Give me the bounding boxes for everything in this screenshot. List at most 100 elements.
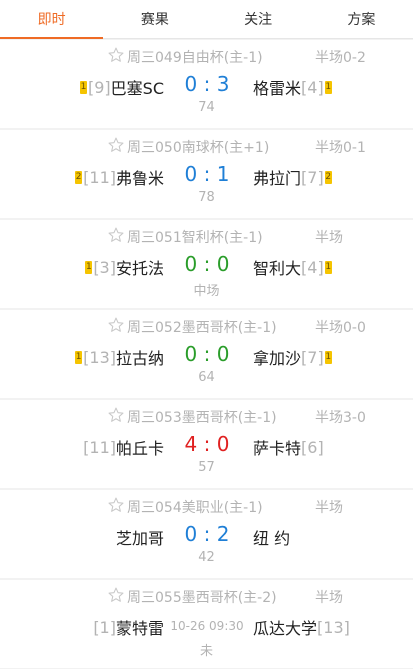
home-rank: [9] <box>87 77 111 97</box>
league-label: 周三051智利杯(主-1) <box>127 230 263 246</box>
score: 0 : 3 <box>184 72 230 96</box>
league-label: 周三054美职业(主-1) <box>127 500 263 516</box>
home-side: [11] 帕丘卡 <box>83 435 164 459</box>
away-rank: [13] <box>317 617 350 637</box>
away-side: 弗拉门 [7] 2 <box>253 165 333 189</box>
half-time-score: 半场 <box>315 590 343 606</box>
yellow-card-count: 1 <box>324 80 332 94</box>
league-label: 周三055墨西哥杯(主-2) <box>127 590 277 606</box>
away-side: 瓜达大学 [13] <box>253 615 350 639</box>
half-time-score: 半场 <box>315 230 343 246</box>
yellow-card-count: 1 <box>324 350 332 364</box>
away-team: 纽 约 <box>253 529 291 548</box>
match-header: 周三055墨西哥杯(主-2) 半场 <box>0 585 413 607</box>
match-row[interactable]: 周三049自由杯(主-1) 半场0-2 1 [9] 巴塞SC 0 : 3 格雷米 [4] 1 74 <box>0 40 413 128</box>
match-header: 周三050南球杯(主+1) 半场0-1 <box>0 135 413 157</box>
home-team: 安托法 <box>115 259 164 278</box>
match-row[interactable]: 周三054美职业(主-1) 半场芝加哥 0 : 2 纽 约 42 <box>0 490 413 578</box>
away-team: 瓜达大学 <box>253 619 318 638</box>
away-side: 智利大 [4] 1 <box>253 255 333 279</box>
match-minute: 未 <box>199 644 213 659</box>
half-time-score: 半场0-2 <box>315 50 366 66</box>
home-team: 巴塞SC <box>110 79 164 98</box>
away-team: 拿加沙 <box>253 349 302 368</box>
score: 0 : 1 <box>184 162 230 186</box>
away-rank: [4] <box>301 77 324 97</box>
match-minute: 42 <box>198 550 215 565</box>
home-team: 弗鲁米 <box>115 169 164 188</box>
match-line: 芝加哥 0 : 2 纽 约 <box>0 522 413 550</box>
home-rank: [11] <box>83 437 116 457</box>
home-side: 芝加哥 <box>116 525 164 549</box>
home-team: 蒙特雷 <box>115 619 164 638</box>
home-side: 1 [13] 拉古纳 <box>74 345 164 369</box>
home-team: 帕丘卡 <box>115 439 164 458</box>
score: 0 : 2 <box>184 522 230 546</box>
home-side: 2 [11] 弗鲁米 <box>74 165 164 189</box>
app-root: 即时 赛果 关注 方案 周三049自由杯(主-1) 半场0-2 1 [9] 巴塞SC 0 … <box>0 0 413 669</box>
home-side: 1 [9] 巴塞SC <box>79 75 164 99</box>
match-minute: 57 <box>198 460 215 475</box>
yellow-card-count: 1 <box>85 260 93 274</box>
league-label: 周三052墨西哥杯(主-1) <box>127 320 277 336</box>
match-row[interactable]: 周三055墨西哥杯(主-2) 半场 [1] 蒙特雷 10-26 09:30 瓜达大学 [13… <box>0 580 413 668</box>
match-minute: 64 <box>198 370 215 385</box>
away-team: 萨卡特 <box>253 439 302 458</box>
match-minute: 78 <box>198 190 215 205</box>
match-row[interactable]: 周三051智利杯(主-1) 半场 1 [3] 安托法 0 : 0 智利大 [4] 1 中场 <box>0 220 413 308</box>
yellow-card-count: 1 <box>79 80 87 94</box>
home-team: 拉古纳 <box>115 349 164 368</box>
star-outline-icon[interactable] <box>107 136 125 154</box>
home-side: [1] 蒙特雷 <box>93 615 164 639</box>
away-rank: [4] <box>301 257 324 277</box>
league-label: 周三049自由杯(主-1) <box>127 50 263 66</box>
yellow-card-count: 1 <box>75 350 83 364</box>
score: 4 : 0 <box>184 432 230 456</box>
match-row[interactable]: 周三053墨西哥杯(主-1) 半场3-0 [11] 帕丘卡 4 : 0 萨卡特 [6] 57 <box>0 400 413 488</box>
away-rank: [6] <box>301 437 324 457</box>
kickoff-time: 10-26 09:30 <box>170 619 244 633</box>
home-rank: [11] <box>83 167 116 187</box>
match-minute: 中场 <box>193 284 220 299</box>
tab-following[interactable]: 关注 <box>207 0 310 38</box>
star-outline-icon[interactable] <box>107 406 125 424</box>
top-tab-bar: 即时 赛果 关注 方案 <box>0 0 413 39</box>
star-outline-icon[interactable] <box>107 586 125 604</box>
star-outline-icon[interactable] <box>107 496 125 514</box>
yellow-card-count: 2 <box>324 170 332 184</box>
match-header: 周三049自由杯(主-1) 半场0-2 <box>0 45 413 67</box>
match-line: 1 [9] 巴塞SC 0 : 3 格雷米 [4] 1 <box>0 72 413 100</box>
yellow-card-count: 2 <box>75 170 83 184</box>
tab-live[interactable]: 即时 <box>0 0 104 39</box>
match-line: 1 [3] 安托法 0 : 0 智利大 [4] 1 <box>0 252 413 280</box>
away-team: 格雷米 <box>253 79 302 98</box>
league-label: 周三050南球杯(主+1) <box>127 140 270 156</box>
star-outline-icon[interactable] <box>107 46 125 64</box>
match-row[interactable]: 周三050南球杯(主+1) 半场0-1 2 [11] 弗鲁米 0 : 1 弗拉门 [7] 2 78 <box>0 130 413 218</box>
match-line: [11] 帕丘卡 4 : 0 萨卡特 [6] <box>0 432 413 460</box>
tab-plans[interactable]: 方案 <box>310 0 413 38</box>
score: 0 : 0 <box>184 342 230 366</box>
away-side: 纽 约 <box>253 525 290 549</box>
half-time-score: 半场0-0 <box>315 320 366 336</box>
half-time-score: 半场3-0 <box>315 410 366 426</box>
away-side: 萨卡特 [6] <box>253 435 324 459</box>
match-line: 1 [13] 拉古纳 0 : 0 拿加沙 [7] 1 <box>0 342 413 370</box>
league-label: 周三053墨西哥杯(主-1) <box>127 410 277 426</box>
home-rank: [13] <box>83 347 116 367</box>
away-side: 拿加沙 [7] 1 <box>253 345 333 369</box>
home-side: 1 [3] 安托法 <box>84 255 164 279</box>
star-outline-icon[interactable] <box>107 226 125 244</box>
match-row[interactable]: 周三052墨西哥杯(主-1) 半场0-0 1 [13] 拉古纳 0 : 0 拿加沙 [7] 1 6… <box>0 310 413 398</box>
match-header: 周三052墨西哥杯(主-1) 半场0-0 <box>0 315 413 337</box>
match-header: 周三054美职业(主-1) 半场 <box>0 495 413 517</box>
away-rank: [7] <box>301 347 324 367</box>
tab-results[interactable]: 赛果 <box>103 0 206 38</box>
home-team: 芝加哥 <box>115 529 164 548</box>
yellow-card-count: 1 <box>324 260 332 274</box>
star-outline-icon[interactable] <box>107 316 125 334</box>
half-time-score: 半场0-1 <box>315 140 366 156</box>
away-side: 格雷米 [4] 1 <box>253 75 333 99</box>
home-rank: [3] <box>93 257 116 277</box>
away-rank: [7] <box>301 167 324 187</box>
